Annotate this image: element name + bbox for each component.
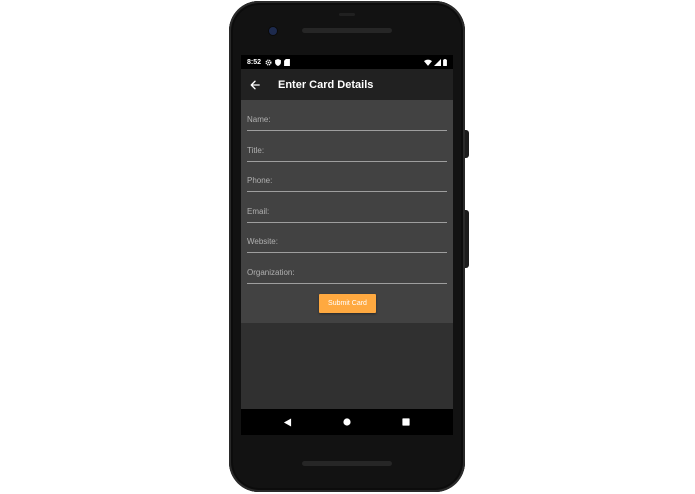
title-input[interactable] — [247, 139, 447, 161]
recents-square-icon — [402, 418, 410, 426]
shield-icon — [275, 58, 281, 66]
back-button[interactable] — [246, 76, 264, 94]
nav-recents-button[interactable] — [398, 414, 414, 430]
power-button — [465, 130, 469, 158]
page-title: Enter Card Details — [278, 78, 374, 91]
app-bar: Enter Card Details — [241, 69, 453, 100]
submit-card-button[interactable]: Submit Card — [319, 294, 376, 313]
bottom-speaker — [302, 461, 392, 466]
screen: 8:52 Enter Card Details Name: Title: Pho… — [241, 55, 453, 435]
status-icons-right — [424, 58, 447, 66]
stage: 8:52 Enter Card Details Name: Title: Pho… — [0, 0, 695, 494]
title-field[interactable] — [247, 139, 447, 162]
phone-field[interactable] — [247, 169, 447, 192]
email-field[interactable] — [247, 200, 447, 223]
earpiece-speaker — [302, 28, 392, 33]
battery-icon — [443, 58, 447, 66]
status-time: 8:52 — [247, 58, 262, 66]
phone-input[interactable] — [247, 169, 447, 191]
gear-icon — [265, 58, 272, 66]
name-field[interactable] — [247, 108, 447, 131]
front-camera — [269, 27, 277, 35]
status-icons-left — [265, 58, 290, 66]
name-input[interactable] — [247, 108, 447, 130]
status-bar: 8:52 — [241, 55, 453, 69]
proximity-sensor — [339, 13, 355, 16]
arrow-left-icon — [250, 80, 260, 89]
home-circle-icon — [343, 418, 351, 426]
website-input[interactable] — [247, 230, 447, 252]
nav-back-button[interactable] — [279, 414, 295, 430]
card-details-form: Submit Card — [241, 100, 453, 323]
email-input[interactable] — [247, 200, 447, 222]
wifi-icon — [424, 59, 432, 66]
volume-rocker — [465, 210, 469, 268]
signal-icon — [434, 58, 441, 66]
back-triangle-icon — [283, 417, 291, 427]
website-field[interactable] — [247, 230, 447, 253]
organization-field[interactable] — [247, 261, 447, 284]
navigation-bar — [241, 409, 453, 435]
organization-input[interactable] — [247, 261, 447, 283]
sd-card-icon — [284, 58, 290, 66]
nav-home-button[interactable] — [339, 414, 355, 430]
